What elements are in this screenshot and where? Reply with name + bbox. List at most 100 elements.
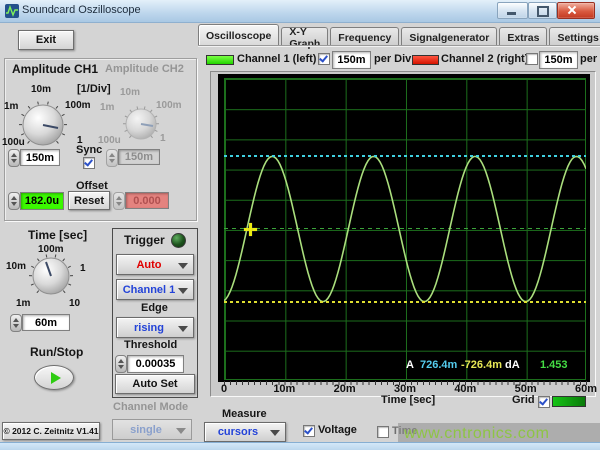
- knob-label-100u-ch2: 100u: [98, 135, 121, 146]
- chevron-down-icon: [178, 262, 188, 269]
- amplitude-ch1-title: Amplitude CH1: [12, 62, 99, 76]
- time-label-1m: 1m: [16, 298, 31, 309]
- offset-reset-button[interactable]: Reset: [68, 191, 110, 210]
- tab-frequency[interactable]: Frequency: [330, 27, 400, 46]
- sync-checkbox[interactable]: [83, 157, 95, 169]
- time-measure-checkbox[interactable]: [377, 426, 389, 438]
- offset-ch1-spinner[interactable]: [8, 192, 20, 210]
- run-stop-label: Run/Stop: [30, 345, 84, 359]
- app-icon: [5, 4, 19, 18]
- measure-a-label: A: [406, 359, 414, 371]
- tab-extras[interactable]: Extras: [499, 27, 548, 46]
- amplitude-ch1-spinner[interactable]: [8, 149, 20, 167]
- grid-color-swatch[interactable]: [552, 396, 586, 407]
- measure-dropdown[interactable]: cursors: [204, 422, 286, 442]
- voltage-checkbox[interactable]: [303, 425, 315, 437]
- channel2-color-swatch: [412, 55, 439, 65]
- auto-set-button[interactable]: Auto Set: [115, 374, 195, 394]
- x-tick-label: 60m: [574, 383, 598, 395]
- channel2-per-div-value[interactable]: 150m: [539, 51, 578, 69]
- knob-label-1m-ch2: 1m: [100, 102, 115, 113]
- x-tick-label: 40m: [454, 383, 477, 395]
- cursor-upper-value: 726.4m: [420, 359, 458, 371]
- channel2-per-div-label: per Div: [580, 53, 600, 65]
- play-icon: [51, 371, 61, 384]
- amplitude-ch2-knob[interactable]: [121, 104, 161, 144]
- grid-label: Grid: [512, 394, 535, 406]
- amplitude-ch2-value[interactable]: 150m: [118, 149, 160, 165]
- amplitude-ch2-title: Amplitude CH2: [105, 63, 184, 75]
- x-tick-label: 10m: [273, 383, 296, 395]
- knob-label-1-ch2: 1: [160, 133, 166, 144]
- time-knob[interactable]: [27, 252, 75, 300]
- time-spinner[interactable]: [10, 314, 22, 332]
- delta-value: 1.453: [540, 359, 568, 371]
- threshold-value[interactable]: 0.00035: [127, 355, 184, 373]
- knob-label-10m: 10m: [31, 84, 52, 95]
- time-label-100m: 100m: [38, 244, 64, 255]
- knob-label-100u: 100u: [2, 137, 25, 148]
- tab-panel-edge: [198, 45, 600, 47]
- trigger-title: Trigger: [124, 233, 165, 247]
- grid-checkbox[interactable]: [538, 396, 550, 408]
- chevron-down-icon: [270, 430, 280, 436]
- channel1-enable-checkbox[interactable]: [318, 53, 330, 65]
- channel2-legend-label: Channel 2 (right): [441, 53, 529, 65]
- edge-label: Edge: [141, 302, 168, 314]
- offset-ch2-value[interactable]: 0.000: [125, 192, 169, 209]
- knob-label-10m-ch2: 10m: [120, 87, 141, 98]
- trigger-source-dropdown[interactable]: Channel 1: [116, 279, 194, 300]
- cursor-a-upper-line[interactable]: [224, 155, 586, 158]
- window-bottom-border: [0, 442, 600, 450]
- threshold-label: Threshold: [124, 339, 178, 351]
- threshold-spinner[interactable]: [115, 355, 127, 373]
- time-title: Time [sec]: [28, 228, 88, 242]
- trigger-edge-dropdown[interactable]: rising: [116, 317, 194, 338]
- offset-ch2-spinner[interactable]: [113, 192, 125, 210]
- measure-label: Measure: [222, 408, 267, 420]
- delta-label: dA: [505, 359, 520, 371]
- time-label-10m: 10m: [6, 261, 27, 272]
- knob-label-1m: 1m: [4, 101, 19, 112]
- trigger-mode-value: Auto: [136, 258, 162, 271]
- close-button[interactable]: [557, 2, 595, 19]
- minimize-icon: [507, 12, 516, 15]
- amplitude-ch2-spinner[interactable]: [106, 149, 118, 167]
- exit-button[interactable]: Exit: [18, 30, 74, 50]
- time-value[interactable]: 60m: [22, 314, 70, 331]
- amplitude-ch1-value[interactable]: 150m: [20, 149, 60, 166]
- waveform-trace: [224, 155, 586, 303]
- trigger-source-value: Channel 1: [122, 283, 176, 296]
- cursor-lower-value: -726.4m: [461, 359, 502, 371]
- voltage-label: Voltage: [318, 424, 357, 436]
- channel-mode-value: single: [130, 423, 162, 436]
- amplitude-ch1-knob[interactable]: [17, 99, 69, 151]
- offset-ch1-value[interactable]: 182.0u: [20, 192, 64, 210]
- trigger-edge-value: rising: [134, 321, 164, 334]
- channel1-per-div-value[interactable]: 150m: [332, 51, 371, 69]
- trigger-mode-dropdown[interactable]: Auto: [116, 254, 194, 275]
- maximize-button[interactable]: [528, 2, 557, 19]
- channel2-enable-checkbox[interactable]: [526, 53, 538, 65]
- channel-mode-dropdown[interactable]: single: [112, 419, 192, 440]
- tab-oscilloscope[interactable]: Oscilloscope: [198, 24, 280, 46]
- tab-x-y-graph[interactable]: X-Y Graph: [281, 26, 329, 50]
- channel1-legend-label: Channel 1 (left): [237, 53, 317, 65]
- x-axis-title: Time [sec]: [381, 394, 436, 406]
- chevron-down-icon: [176, 427, 186, 434]
- copyright-statusbar: © 2012 C. Zeitnitz V1.41: [2, 422, 100, 440]
- cursor-a-lower-line[interactable]: [224, 300, 586, 303]
- knob-label-100m-ch2: 100m: [156, 100, 182, 111]
- title-bar[interactable]: Soundcard Oszilloscope: [0, 0, 600, 23]
- chevron-down-icon: [178, 325, 188, 332]
- x-tick-label: 20m: [333, 383, 356, 395]
- tab-settings[interactable]: Settings: [549, 27, 600, 46]
- minimize-button[interactable]: [497, 2, 528, 19]
- run-stop-button[interactable]: [34, 365, 74, 390]
- tab-bar: Oscilloscope X-Y Graph Frequency Signalgene…: [198, 24, 600, 50]
- watermark-text: www.cntronics.com: [404, 425, 550, 442]
- channel-mode-label: Channel Mode: [113, 401, 189, 413]
- tab-signalgenerator[interactable]: Signalgenerator: [401, 27, 498, 46]
- knob-label-100m: 100m: [65, 100, 91, 111]
- per-div-unit-label: [1/Div]: [77, 83, 111, 95]
